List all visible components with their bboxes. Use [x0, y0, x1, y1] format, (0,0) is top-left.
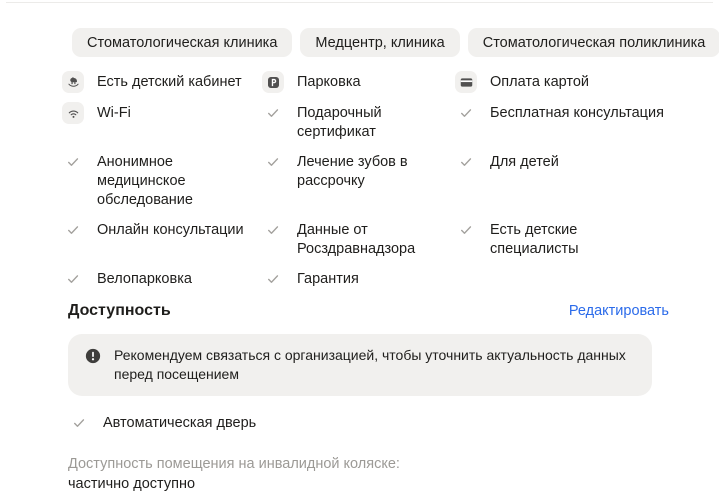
accessibility-header: Доступность Редактировать: [68, 302, 669, 320]
feature-item: Есть детский кабинет: [62, 71, 262, 93]
feature-item: Гарантия: [262, 268, 455, 290]
check-icon: [62, 219, 84, 241]
category-chip-3[interactable]: Стоматологическая поликлиника: [467, 28, 719, 57]
check-icon: [262, 102, 284, 124]
feature-label: Бесплатная консультация: [490, 105, 664, 121]
feature-item: Wi-Fi: [62, 102, 262, 142]
parking-icon: [262, 71, 284, 93]
feature-label: Wi-Fi: [97, 105, 131, 121]
feature-item: Парковка: [262, 71, 455, 93]
feature-label: Лечение зубов в рассрочку: [297, 154, 408, 189]
feature-label: Подарочный сертификат: [297, 105, 382, 140]
accessibility-section: Доступность Редактировать Рекомендуем св…: [68, 302, 669, 494]
feature-item: Есть детские специалисты: [455, 219, 669, 259]
check-icon: [262, 151, 284, 173]
notice-banner: Рекомендуем связаться с организацией, чт…: [68, 334, 652, 396]
section-title: Доступность: [68, 302, 171, 319]
wheelchair-value: частично доступно: [68, 476, 196, 492]
feature-item: Анонимное медицинское обследование: [62, 151, 262, 210]
accessibility-features: Автоматическая дверь: [68, 412, 669, 434]
check-icon: [62, 268, 84, 290]
check-icon: [455, 151, 477, 173]
business-features-panel: Стоматологическая клиника Медцентр, клини…: [0, 3, 719, 494]
wheelchair-label: Доступность помещения на инвалидной коля…: [68, 456, 400, 472]
feature-label: Оплата картой: [490, 74, 590, 90]
feature-item: Велопарковка: [62, 268, 262, 290]
feature-label: Парковка: [297, 74, 361, 90]
feature-item: Подарочный сертификат: [262, 102, 455, 142]
feature-label: Онлайн консультации: [97, 222, 244, 238]
wifi-icon: [62, 102, 84, 124]
feature-label: Для детей: [490, 154, 559, 170]
check-icon: [262, 268, 284, 290]
exclamation-icon: [84, 347, 102, 365]
category-chip-2[interactable]: Медцентр, клиника: [300, 28, 460, 57]
wheelchair-accessibility: Доступность помещения на инвалидной коля…: [68, 454, 413, 494]
category-chip-1[interactable]: Стоматологическая клиника: [72, 28, 293, 57]
feature-item: Лечение зубов в рассрочку: [262, 151, 455, 210]
check-icon: [62, 151, 84, 173]
feature-item: Автоматическая дверь: [68, 412, 669, 434]
feature-item: Бесплатная консультация: [455, 102, 669, 142]
feature-item: Для детей: [455, 151, 669, 210]
check-icon: [455, 102, 477, 124]
feature-item: Оплата картой: [455, 71, 669, 93]
feature-item: Онлайн консультации: [62, 219, 262, 259]
notice-text: Рекомендуем связаться с организацией, чт…: [114, 347, 626, 382]
check-icon: [68, 412, 90, 434]
feature-item: Данные от Росздравнадзора: [262, 219, 455, 259]
features-grid: Есть детский кабинет Парковка Оплата карто…: [62, 71, 669, 290]
check-icon: [262, 219, 284, 241]
feature-label: Анонимное медицинское обследование: [97, 154, 193, 208]
check-icon: [455, 219, 477, 241]
feature-label: Данные от Росздравнадзора: [297, 222, 416, 257]
feature-label: Автоматическая дверь: [103, 415, 257, 431]
category-chips: Стоматологическая клиника Медцентр, клини…: [72, 28, 719, 57]
feature-label: Есть детский кабинет: [97, 74, 242, 90]
feature-label: Есть детские специалисты: [490, 222, 579, 257]
card-icon: [455, 71, 477, 93]
edit-link[interactable]: Редактировать: [569, 303, 669, 319]
rocking-horse-icon: [62, 71, 84, 93]
feature-label: Велопарковка: [97, 271, 192, 287]
feature-label: Гарантия: [297, 271, 359, 287]
